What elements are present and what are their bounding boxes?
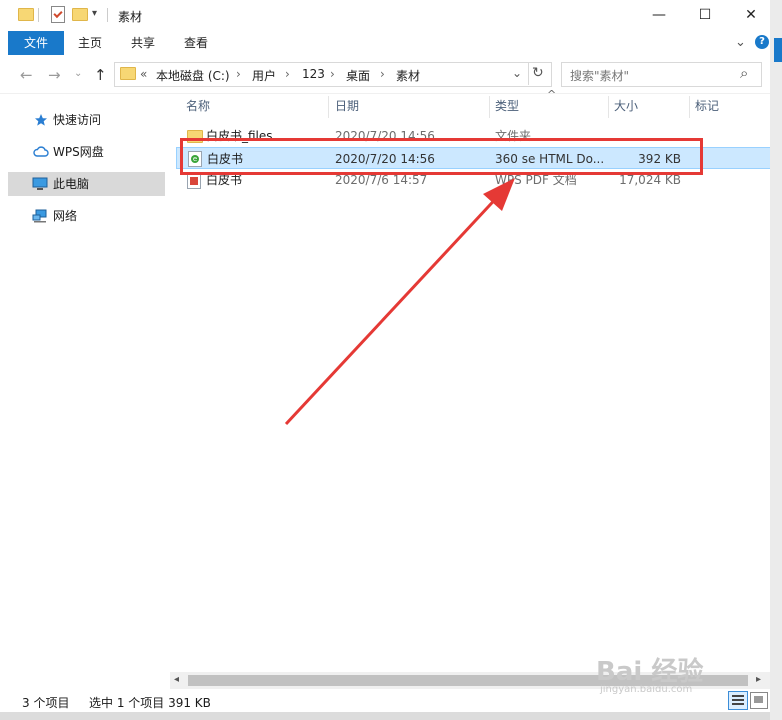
column-header-name[interactable]: 名称: [186, 98, 210, 118]
background-accent: [774, 38, 782, 62]
back-button[interactable]: ←: [20, 66, 33, 84]
minimize-button[interactable]: —: [636, 0, 682, 30]
sidebar-item-label: 网络: [53, 209, 78, 223]
close-button[interactable]: ✕: [728, 0, 774, 30]
folder-icon: [18, 8, 34, 21]
column-header-date[interactable]: 日期: [335, 98, 359, 118]
pdf-file-icon: [187, 173, 201, 189]
cloud-icon: [33, 146, 49, 157]
sort-indicator-icon: ^: [547, 88, 557, 101]
breadcrumb-separator[interactable]: ›: [285, 67, 290, 81]
column-divider[interactable]: [328, 96, 329, 118]
tab-file[interactable]: 文件: [8, 31, 64, 55]
up-button[interactable]: ↑: [94, 66, 107, 84]
status-selection: 选中 1 个项目 391 KB: [89, 696, 211, 710]
sidebar-item-label: 此电脑: [53, 177, 90, 191]
column-divider[interactable]: [608, 96, 609, 118]
breadcrumb-separator[interactable]: ›: [236, 67, 241, 81]
divider: [107, 8, 108, 22]
breadcrumb-users[interactable]: 用户: [252, 67, 276, 84]
sidebar-item-wps-cloud[interactable]: WPS网盘: [8, 140, 165, 164]
breadcrumb-current[interactable]: 素材: [396, 67, 420, 84]
new-folder-icon[interactable]: [72, 8, 88, 21]
customize-toolbar-icon[interactable]: ▾: [92, 8, 97, 19]
search-icon[interactable]: ⌕: [740, 64, 748, 82]
column-divider[interactable]: [489, 96, 490, 118]
network-icon: [32, 209, 47, 223]
sidebar-item-label: 快速访问: [53, 113, 102, 127]
watermark-logo: Bai 经验: [596, 657, 704, 687]
properties-icon[interactable]: [51, 6, 65, 23]
column-header-size[interactable]: 大小: [614, 98, 638, 118]
breadcrumb-drive[interactable]: 本地磁盘 (C:): [156, 67, 230, 84]
watermark-url: jingyan.baidu.com: [600, 684, 693, 695]
scroll-right-icon[interactable]: ▸: [756, 674, 761, 685]
background-edge: [0, 712, 770, 720]
maximize-button[interactable]: ☐: [682, 0, 728, 30]
window-title: 素材: [118, 10, 143, 24]
divider: [38, 8, 39, 22]
large-icons-view-button[interactable]: [750, 692, 768, 709]
breadcrumb-overflow[interactable]: «: [140, 67, 147, 81]
tab-share[interactable]: 共享: [131, 31, 155, 55]
sidebar-item-this-pc[interactable]: 此电脑: [8, 172, 165, 196]
breadcrumb-123[interactable]: 123: [302, 67, 325, 81]
annotation-arrow: [284, 178, 515, 426]
details-view-button[interactable]: [728, 691, 748, 710]
ribbon: [0, 30, 770, 54]
column-header-type[interactable]: 类型: [495, 98, 519, 118]
tab-home[interactable]: 主页: [78, 31, 102, 55]
refresh-button[interactable]: ↻: [532, 65, 544, 81]
recent-locations-button[interactable]: ⌄: [74, 68, 82, 79]
column-header-tags[interactable]: 标记: [695, 98, 719, 118]
background-edge: [770, 0, 782, 720]
computer-icon: [32, 177, 48, 190]
breadcrumb-separator[interactable]: ›: [380, 67, 385, 81]
search-placeholder: 搜索"素材": [570, 69, 630, 83]
help-icon[interactable]: ?: [755, 35, 769, 49]
sidebar-item-label: WPS网盘: [53, 145, 104, 159]
breadcrumb-separator[interactable]: ›: [330, 67, 335, 81]
ribbon-expand-icon[interactable]: ⌄: [735, 35, 746, 50]
tab-view[interactable]: 查看: [184, 31, 208, 55]
forward-button[interactable]: →: [48, 66, 61, 84]
scroll-left-icon[interactable]: ◂: [174, 674, 179, 685]
folder-icon: [120, 67, 136, 80]
address-dropdown-icon[interactable]: ⌄: [512, 66, 522, 80]
divider: [528, 62, 529, 85]
breadcrumb-desktop[interactable]: 桌面: [346, 67, 370, 84]
sidebar-item-network[interactable]: 网络: [8, 204, 165, 228]
column-divider[interactable]: [689, 96, 690, 118]
sidebar-item-quick-access[interactable]: 快速访问: [8, 108, 165, 132]
status-item-count: 3 个项目: [22, 696, 70, 710]
star-icon: [35, 114, 47, 126]
